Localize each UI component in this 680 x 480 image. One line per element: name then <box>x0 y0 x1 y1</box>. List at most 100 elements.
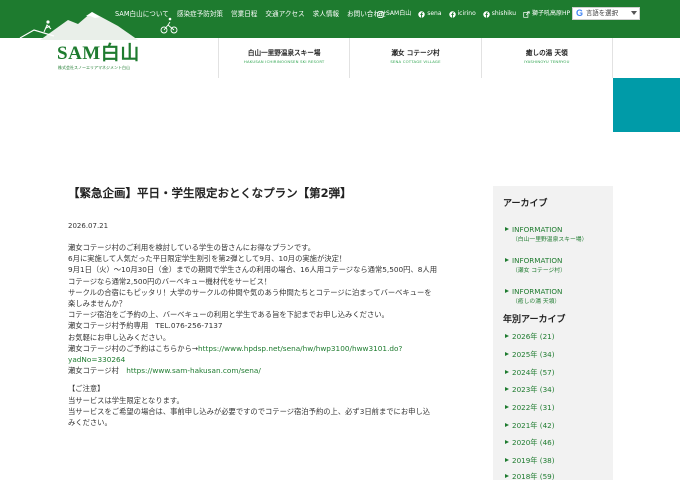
archive-link-name: INFORMATION <box>512 256 563 265</box>
archive-heading: アーカイブ <box>503 199 548 209</box>
main-nav-title: 白山一里野温泉スキー場 <box>247 49 321 57</box>
main-nav-subtitle: SENA COTTAGE VILLAGE <box>390 59 441 64</box>
decorative-teal-block <box>613 78 680 132</box>
social-link-label: sena <box>427 10 442 17</box>
year-link-label: 2019年 (38) <box>512 456 555 465</box>
post-body: 瀬女コテージ村のご利用を検討している学生の皆さんにお得なプランです。 6月に実施… <box>68 242 478 428</box>
post-date: 2026.07.21 <box>68 222 109 230</box>
post-article: 【緊急企画】平日・学生限定おとくなプラン【第2弾】 2026.07.21 瀬女コ… <box>68 186 478 428</box>
archive-link-sub: （癒しの湯 天領） <box>512 299 561 305</box>
social-links: SAM白山 sena icirino shishiku 獅子吼高原HP <box>377 10 570 18</box>
archive-link-cottage[interactable]: INFORMATION （瀬女 コテージ村） <box>505 248 566 276</box>
triangle-right-icon <box>505 258 509 262</box>
triangle-right-icon <box>505 370 509 374</box>
year-link-label: 2023年 (34) <box>512 385 555 394</box>
social-link-facebook-icirino[interactable]: icirino <box>448 10 476 18</box>
post-line: コテージ宿泊をご予約の上、バーベキューの利用と学生である旨を下記までお申し込みく… <box>68 310 389 320</box>
archive-link-name: INFORMATION <box>512 225 563 234</box>
top-nav-about[interactable]: SAM白山について <box>115 10 169 18</box>
post-line: 瀬女コテージ村予約専用 TEL.076-256-7137 <box>68 321 223 331</box>
post-line: 9月1日（火）～10月30日（金）までの期間で学生さんの利用の場合、16人用コテ… <box>68 265 437 275</box>
main-nav-title: 癒しの湯 天領 <box>525 49 568 57</box>
year-link[interactable]: 2023年 (34) <box>505 385 555 395</box>
year-link[interactable]: 2018年 (59) <box>505 472 555 480</box>
post-line: お気軽にお申し込みください。 <box>68 332 171 342</box>
year-link-label: 2018年 (59) <box>512 472 555 480</box>
social-link-facebook-shishiku[interactable]: shishiku <box>483 10 516 18</box>
social-link-label: shishiku <box>491 10 517 17</box>
chevron-down-icon <box>631 11 637 15</box>
external-link-icon <box>523 10 530 18</box>
archive-link-sub: （白山一里野温泉スキー場） <box>512 237 588 243</box>
triangle-right-icon <box>505 387 509 391</box>
year-link[interactable]: 2021年 (42) <box>505 421 555 431</box>
main-nav-title: 瀬女 コテージ村 <box>391 49 440 57</box>
instagram-icon <box>377 10 384 18</box>
main-nav-tenryou[interactable]: 癒しの湯 天領 IYASHINOYU TENRYOU <box>480 38 613 78</box>
reservation-link[interactable]: https://www.hpdsp.net/sena/hw/hwp3100/hw… <box>198 344 402 353</box>
social-link-facebook-sena[interactable]: sena <box>418 10 442 18</box>
sidebar: アーカイブ INFORMATION （白山一里野温泉スキー場） INFORMAT… <box>493 186 613 480</box>
post-line: 瀬女コテージ村のご利用を検討している学生の皆さんにお得なプランです。 <box>68 243 315 252</box>
year-link[interactable]: 2022年 (31) <box>505 403 555 413</box>
year-link[interactable]: 2025年 (34) <box>505 350 555 360</box>
triangle-right-icon <box>505 352 509 356</box>
cottage-site-link[interactable]: https://www.sam-hakusan.com/sena/ <box>126 366 261 375</box>
main-nav-subtitle: IYASHINOYU TENRYOU <box>524 59 570 64</box>
post-site-prefix: 瀬女コテージ村 <box>68 366 127 376</box>
social-link-label: 獅子吼高原HP <box>532 10 571 17</box>
reservation-link-cont[interactable]: yadNo=330264 <box>68 355 125 364</box>
triangle-right-icon <box>505 458 509 462</box>
post-reserve-line: 瀬女コテージ村のご予約はこちらから→https://www.hpdsp.net/… <box>68 343 478 354</box>
main-nav-cottage-village[interactable]: 瀬女 コテージ村 SENA COTTAGE VILLAGE <box>349 38 480 78</box>
year-link[interactable]: 2026年 (21) <box>505 332 555 342</box>
social-link-shishiku-hp[interactable]: 獅子吼高原HP <box>523 10 570 18</box>
site-logo[interactable]: SAM白山 株式会社スノーエリアマネジメント白山 <box>57 44 139 78</box>
top-nav: SAM白山について 感染症予防対策 営業日程 交通アクセス 求人情報 お問い合わ… <box>115 10 387 18</box>
main-nav-subtitle: HAKUSAN ICHIRINOONSEN SKI RESORT <box>243 59 325 64</box>
archive-link-sub: （瀬女 コテージ村） <box>512 268 566 274</box>
year-link[interactable]: 2019年 (38) <box>505 456 555 466</box>
year-link-label: 2026年 (21) <box>512 332 555 341</box>
year-link[interactable]: 2020年 (46) <box>505 438 555 448</box>
year-link[interactable]: 2024年 (57) <box>505 368 555 378</box>
google-g-icon: G <box>576 8 584 18</box>
triangle-right-icon <box>505 440 509 444</box>
main-nav-ski-resort[interactable]: 白山一里野温泉スキー場 HAKUSAN ICHIRINOONSEN SKI RE… <box>218 38 349 78</box>
year-link-label: 2024年 (57) <box>512 368 555 377</box>
archive-link-ski-resort[interactable]: INFORMATION （白山一里野温泉スキー場） <box>505 217 587 245</box>
post-title: 【緊急企画】平日・学生限定おとくなプラン【第2弾】 <box>68 186 352 200</box>
post-reserve-prefix: 瀬女コテージ村のご予約はこちらから→ <box>68 343 199 353</box>
archive-link-name: INFORMATION <box>512 287 563 296</box>
top-bar: SAM白山について 感染症予防対策 営業日程 交通アクセス 求人情報 お問い合わ… <box>0 0 680 40</box>
social-link-label: SAM白山 <box>386 10 412 17</box>
top-nav-access[interactable]: 交通アクセス <box>265 10 304 18</box>
triangle-right-icon <box>505 474 509 478</box>
social-link-label: icirino <box>457 10 476 17</box>
mountain-skier-illustration <box>19 12 178 40</box>
facebook-icon <box>483 10 490 18</box>
logo-company-name: 株式会社スノーエリアマネジメント白山 <box>58 65 130 70</box>
facebook-icon <box>448 10 456 18</box>
facebook-icon <box>418 10 425 18</box>
note-line: 当サービスをご希望の場合は、事前申し込みが必要ですのでコテージ宿泊予約の上、必ず… <box>68 406 431 416</box>
language-select-label: 言語を選択 <box>586 9 618 17</box>
archive-link-tenryou[interactable]: INFORMATION （癒しの湯 天領） <box>505 279 562 307</box>
post-reserve-line-cont: yadNo=330264 <box>68 354 478 365</box>
year-link-label: 2020年 (46) <box>512 438 555 447</box>
triangle-right-icon <box>505 289 509 293</box>
note-line: 当サービスは学生限定となります。 <box>68 395 184 405</box>
year-link-label: 2025年 (34) <box>512 350 555 359</box>
note-line: みください。 <box>68 418 112 428</box>
post-line: 6月に実施して人気だった平日限定学生割引を第2弾として9月、10月の実施が決定！ <box>68 254 347 264</box>
top-nav-infection-prevention[interactable]: 感染症予防対策 <box>177 10 223 18</box>
yearly-archive-heading: 年別アーカイブ <box>503 315 566 325</box>
top-nav-schedule[interactable]: 営業日程 <box>231 10 257 18</box>
language-select[interactable]: G 言語を選択 <box>572 7 640 20</box>
top-nav-jobs[interactable]: 求人情報 <box>313 10 339 18</box>
social-link-instagram[interactable]: SAM白山 <box>377 10 411 18</box>
post-line: サークルの合宿にもピッタリ！大学のサークルの仲間や気のあう仲間たちとコテージに泊… <box>68 287 432 297</box>
logo-text: SAM白山 <box>57 43 140 64</box>
post-line: コテージなら通常2,500円のバーベキュー機材代をサービス！ <box>68 276 272 286</box>
